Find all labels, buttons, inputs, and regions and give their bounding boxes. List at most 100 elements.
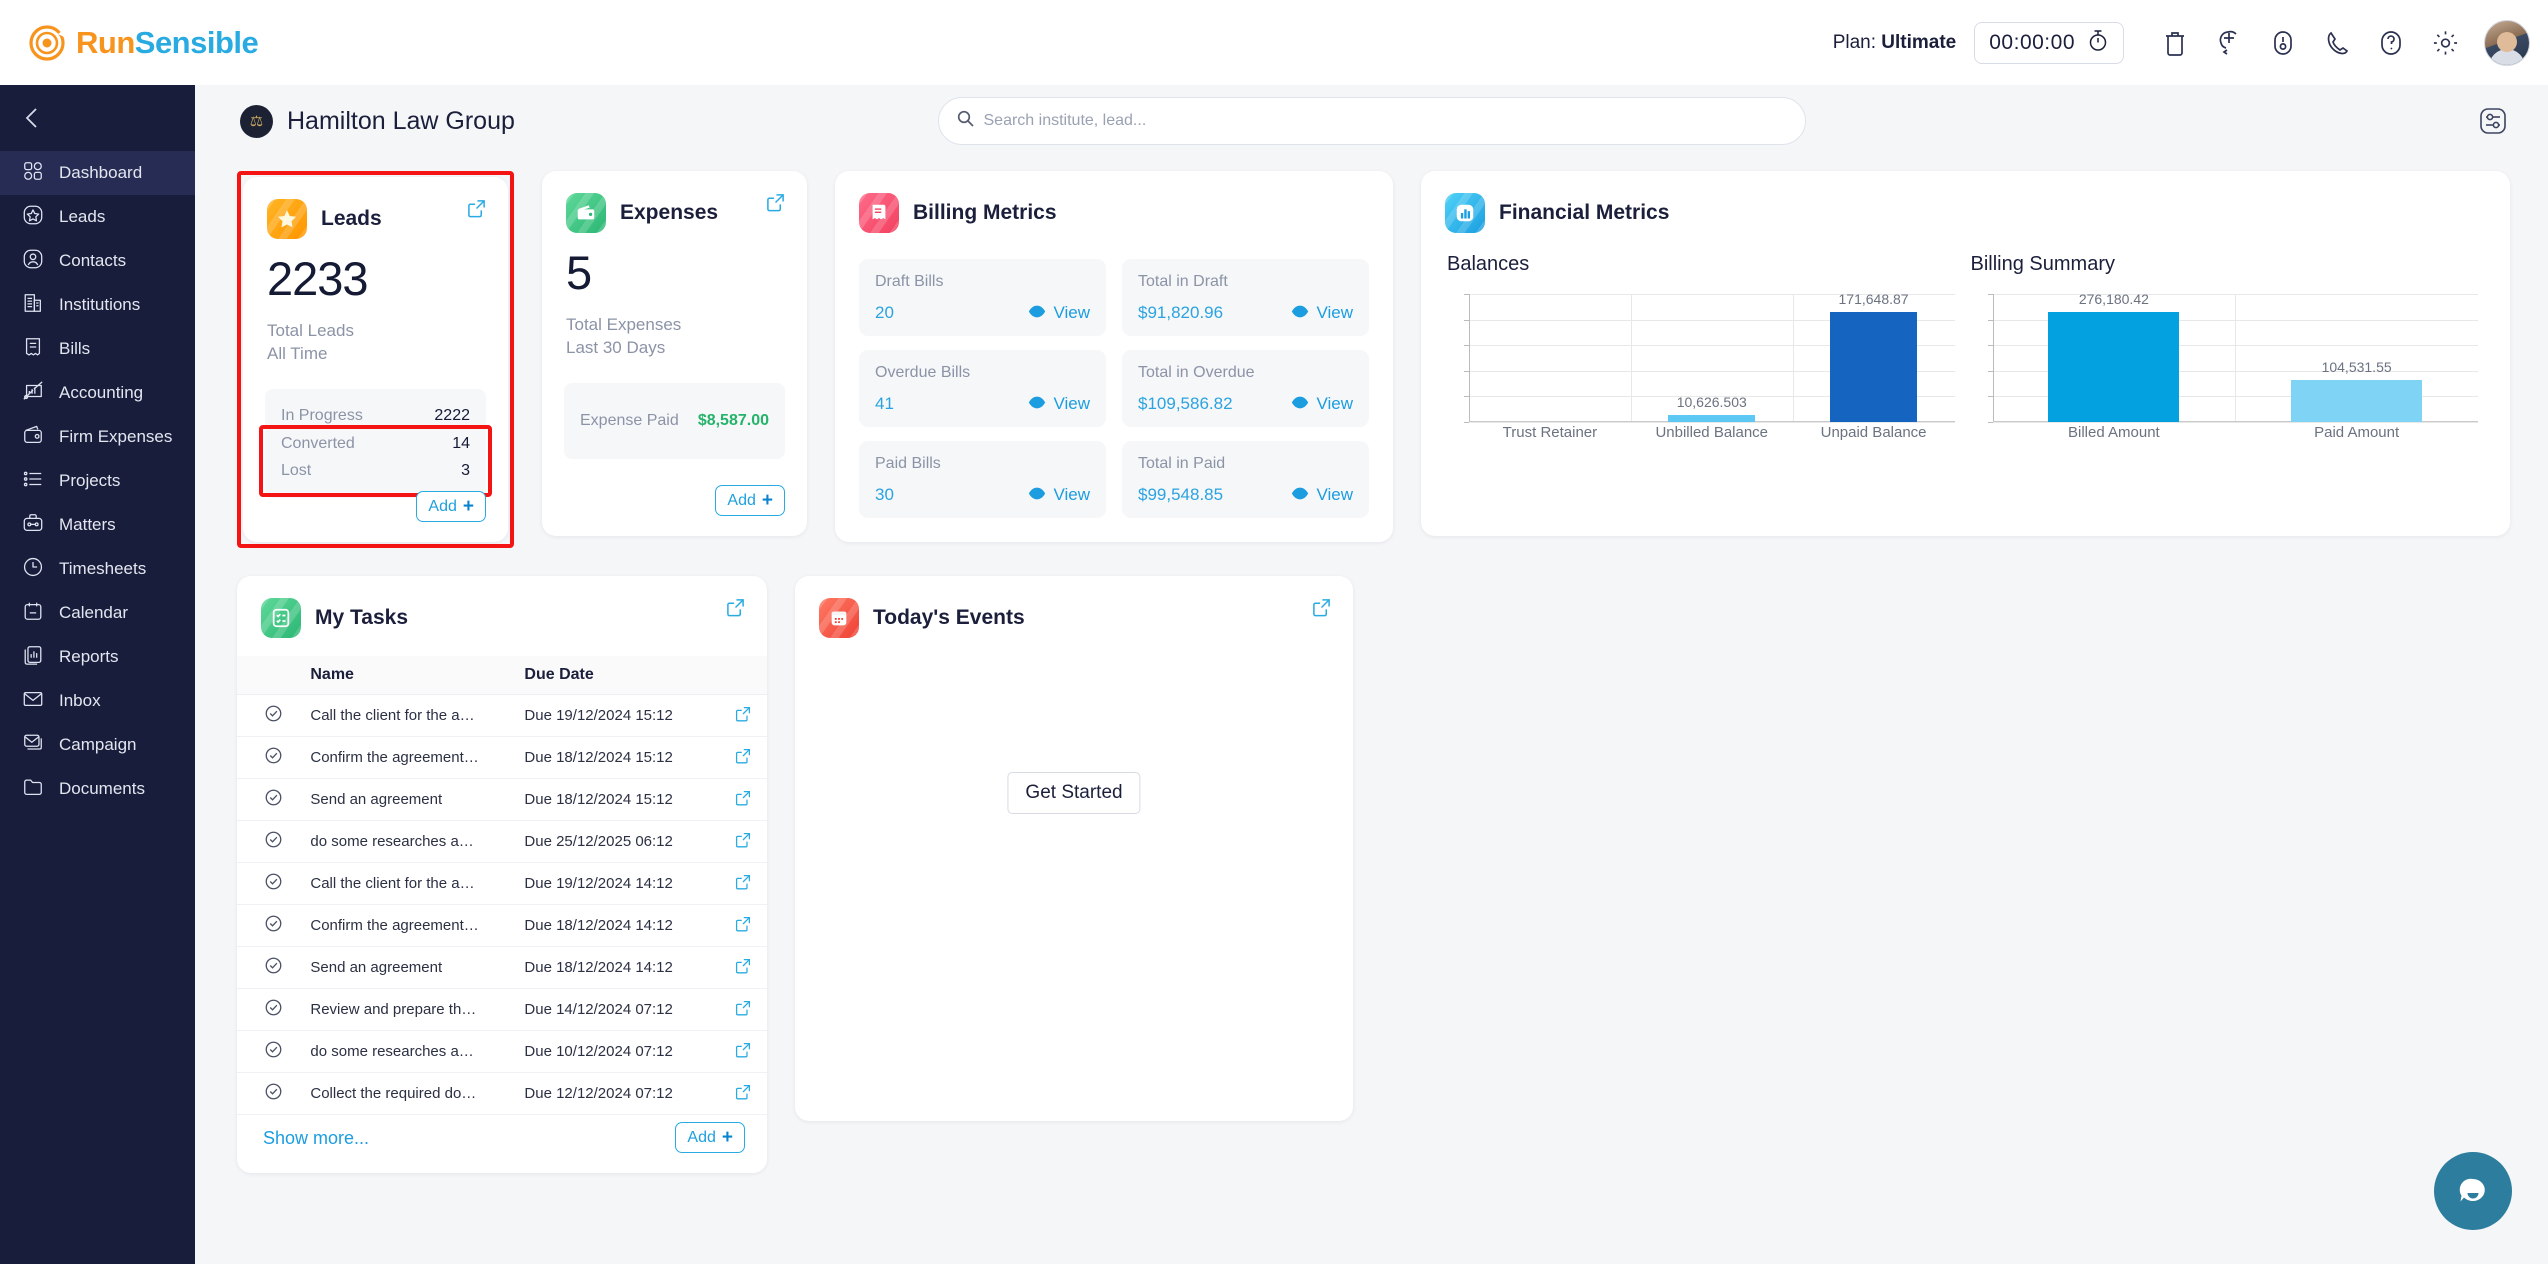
table-row[interactable]: Send an agreement Due 18/12/2024 14:12 [237, 946, 767, 989]
task-open-external-icon[interactable] [735, 748, 751, 768]
task-complete-checkbox-icon[interactable] [264, 999, 283, 1021]
global-search[interactable] [937, 97, 1806, 145]
sidebar-item-leads[interactable]: Leads [0, 195, 195, 239]
chat-bubble-icon[interactable] [2434, 1152, 2512, 1230]
main-content: ⚖ Hamilton Law Group Search institute, l… [195, 85, 2548, 1264]
sidebar-collapse-button[interactable] [0, 85, 195, 151]
task-open-external-icon[interactable] [735, 832, 751, 852]
view-label: View [1053, 394, 1090, 413]
trash-icon[interactable] [2148, 16, 2202, 70]
task-open-external-icon[interactable] [735, 916, 751, 936]
timer-widget[interactable]: 00:00:00 [1974, 21, 2124, 64]
table-row[interactable]: Send an agreement Due 18/12/2024 15:12 [237, 778, 767, 821]
my-tasks-header: My Tasks [237, 576, 767, 638]
table-row[interactable]: Call the client for the a… Due 19/12/2024… [237, 862, 767, 905]
billing-metric-view-button[interactable]: View [1291, 303, 1353, 323]
billing-metric-view-button[interactable]: View [1291, 485, 1353, 505]
table-row[interactable]: Confirm the agreement… Due 18/12/2024 14:… [237, 904, 767, 947]
sidebar-item-campaign[interactable]: Campaign [0, 723, 195, 767]
table-row[interactable]: Collect the required do… Due 12/12/2024 0… [237, 1072, 767, 1115]
task-open-external-icon[interactable] [735, 874, 751, 894]
task-open-external-icon[interactable] [735, 1084, 751, 1104]
billing-metrics-title: Billing Metrics [913, 201, 1057, 224]
sidebar-item-projects[interactable]: Projects [0, 459, 195, 503]
leads-breakdown: In Progress 2222 Converted 14 Lost 3 [265, 389, 486, 498]
task-name: do some researches a… [310, 1030, 525, 1073]
task-open-external-icon[interactable] [735, 706, 751, 726]
sidebar-item-label: Contacts [59, 251, 127, 270]
app-logo[interactable]: RunSensible [28, 24, 259, 62]
show-more-link[interactable]: Show more... [263, 1128, 369, 1149]
my-tasks-open-external-icon[interactable] [726, 598, 745, 622]
tasks-add-button[interactable]: Add + [675, 1122, 745, 1153]
billing-metric-view-button[interactable]: View [1291, 394, 1353, 414]
sliders-icon[interactable] [2476, 104, 2510, 138]
sidebar-item-dashboard[interactable]: Dashboard [0, 151, 195, 195]
task-open-external-icon[interactable] [735, 1042, 751, 1062]
sidebar-item-reports[interactable]: Reports [0, 635, 195, 679]
task-complete-checkbox-icon[interactable] [264, 705, 283, 727]
task-complete-checkbox-icon[interactable] [264, 831, 283, 853]
table-row[interactable]: Confirm the agreement… Due 18/12/2024 15:… [237, 736, 767, 779]
bar-slot: 10,626.503 [1631, 294, 1793, 422]
sidebar-nav: Dashboard Leads Contacts Institutions Bills A… [0, 151, 195, 811]
task-complete-checkbox-icon[interactable] [264, 789, 283, 811]
table-row[interactable]: Review and prepare th… Due 14/12/2024 07:… [237, 988, 767, 1031]
gear-icon[interactable] [2418, 16, 2472, 70]
sidebar-item-accounting[interactable]: Accounting [0, 371, 195, 415]
billing-metric-view-button[interactable]: View [1028, 485, 1090, 505]
billing-metric-view-button[interactable]: View [1028, 394, 1090, 414]
avatar[interactable] [2484, 19, 2530, 66]
sidebar-item-matters[interactable]: Matters [0, 503, 195, 547]
sidebar-item-bills[interactable]: Bills [0, 327, 195, 371]
get-started-button[interactable]: Get Started [1007, 772, 1141, 814]
billing-metric-tile: Total in Paid $99,548.85 View [1122, 441, 1369, 518]
leads-open-external-icon[interactable] [467, 199, 486, 223]
task-open-external-icon[interactable] [735, 958, 751, 978]
task-complete-checkbox-icon[interactable] [264, 915, 283, 937]
table-row[interactable]: Call the client for the a… Due 19/12/2024… [237, 694, 767, 737]
expenses-breakdown-label: Expense Paid [580, 412, 679, 430]
table-row[interactable]: do some researches a… Due 10/12/2024 07:1… [237, 1030, 767, 1073]
task-complete-checkbox-icon[interactable] [264, 1083, 283, 1105]
sidebar-item-firm-expenses[interactable]: Firm Expenses [0, 415, 195, 459]
leads-add-button[interactable]: Add + [416, 491, 486, 522]
search-input[interactable] [983, 112, 1787, 130]
add-note-icon[interactable] [2202, 16, 2256, 70]
expenses-open-external-icon[interactable] [766, 193, 785, 217]
notification-icon[interactable] [2256, 16, 2310, 70]
calendar-badge-icon [819, 598, 859, 638]
task-open-external-icon[interactable] [735, 1000, 751, 1020]
sidebar-item-inbox[interactable]: Inbox [0, 679, 195, 723]
expenses-add-button[interactable]: Add + [715, 485, 785, 516]
sidebar-item-institutions[interactable]: Institutions [0, 283, 195, 327]
sidebar-item-timesheets[interactable]: Timesheets [0, 547, 195, 591]
todays-events-open-external-icon[interactable] [1312, 598, 1331, 622]
task-complete-checkbox-icon[interactable] [264, 1041, 283, 1063]
financial-metrics-title: Financial Metrics [1499, 201, 1670, 224]
task-due-date: Due 18/12/2024 14:12 [524, 946, 719, 989]
stopwatch-icon[interactable] [2087, 28, 2109, 57]
leads-breakdown-value: 3 [461, 462, 470, 480]
task-complete-checkbox-icon[interactable] [264, 747, 283, 769]
sidebar-item-calendar[interactable]: Calendar [0, 591, 195, 635]
x-axis-tick-label: Trust Retainer [1502, 424, 1598, 441]
task-open-external-icon[interactable] [735, 790, 751, 810]
task-due-date: Due 25/12/2025 06:12 [524, 820, 719, 863]
sidebar-item-documents[interactable]: Documents [0, 767, 195, 811]
billing-metric-view-button[interactable]: View [1028, 303, 1090, 323]
view-label: View [1316, 394, 1353, 413]
leads-breakdown-label: Converted [281, 434, 355, 452]
task-complete-checkbox-icon[interactable] [264, 873, 283, 895]
leads-add-label: Add [428, 497, 457, 515]
billing-metric-tile: Total in Draft $91,820.96 View [1122, 259, 1369, 336]
task-complete-checkbox-icon[interactable] [264, 957, 283, 979]
sidebar-item-contacts[interactable]: Contacts [0, 239, 195, 283]
phone-icon[interactable] [2310, 16, 2364, 70]
help-icon[interactable] [2364, 16, 2418, 70]
table-row[interactable]: do some researches a… Due 25/12/2025 06:1… [237, 820, 767, 863]
plus-icon: + [721, 1126, 733, 1148]
sidebar-item-label: Matters [59, 515, 116, 534]
task-due-date: Due 19/12/2024 15:12 [524, 694, 719, 737]
expenses-card-title: Expenses [620, 201, 719, 224]
